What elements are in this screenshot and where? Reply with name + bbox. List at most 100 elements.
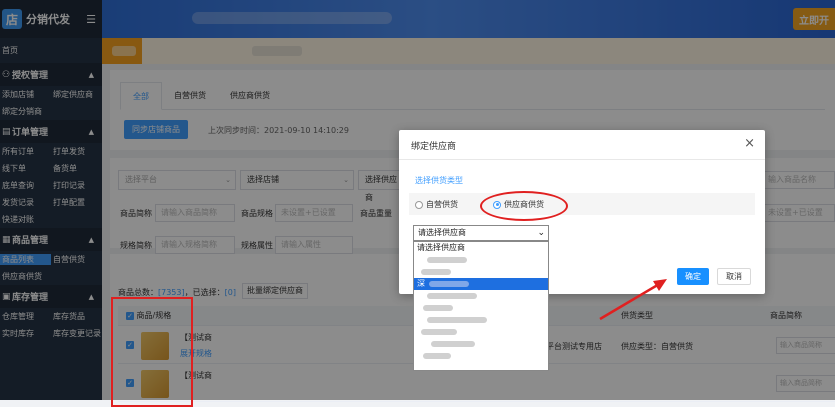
selected-value: [0] [224, 288, 236, 297]
blurred-text [427, 316, 487, 323]
nav-row: 商品列表 自营供货 [0, 251, 102, 268]
menu-toggle-icon[interactable]: ☰ [86, 13, 96, 26]
spec-short-label: 规格简称 [120, 241, 152, 250]
cta-button[interactable]: 立即开 [793, 8, 835, 30]
nav-row: 线下单 备货单 [0, 160, 102, 177]
radio-self-supply[interactable]: 自营供货 [415, 199, 458, 210]
spec-attr-input[interactable]: 请输入属性 [275, 236, 353, 254]
chevron-up-icon: ▲ [88, 292, 94, 301]
sidebar-item[interactable]: 发货记录 [0, 197, 51, 208]
sidebar-item[interactable]: 仓库管理 [0, 311, 51, 322]
blurred-text [423, 352, 451, 359]
dropdown-option-blurred[interactable] [414, 338, 548, 350]
blurred-text [427, 292, 477, 299]
selected-label: ，已选择： [184, 288, 225, 297]
blurred-text [427, 256, 467, 263]
sidebar-item[interactable]: 添加店铺 [0, 89, 51, 100]
supplier-select-label: 选择供应商 [365, 175, 397, 202]
nav-row: 所有订单 打单发货 [0, 143, 102, 160]
nav-group-order[interactable]: ▤ 订单管理 ▲ [0, 120, 102, 143]
annotation-red-ellipse [480, 191, 568, 221]
nav-group-title: 授权管理 [12, 71, 49, 81]
notice-blur [112, 46, 136, 56]
nav-home[interactable]: 首页 [0, 38, 102, 63]
logo: 店 分销代发 ☰ [0, 0, 102, 38]
short-name-row-input[interactable]: 输入商品简称 [776, 375, 835, 392]
count-label: 商品总数： [118, 288, 158, 297]
supply-type-radio-group: 自营供货 供应商供货 [409, 193, 755, 215]
supplier-dropdown-list: 请选择供应商 深 [413, 241, 549, 371]
logo-icon: 店 [2, 9, 22, 29]
sidebar-item[interactable]: 底单查询 [0, 180, 51, 191]
spec-short-input[interactable]: 请输入规格简称 [155, 236, 235, 254]
dropdown-option-blurred[interactable] [414, 254, 548, 266]
nav-row: 实时库存 库存变更记录 [0, 325, 102, 342]
dialog-header: 绑定供应商 × [399, 130, 765, 160]
shop-select[interactable]: 选择店铺 ⌄ [240, 170, 354, 190]
sidebar-item[interactable]: 商品列表 [0, 254, 51, 265]
sidebar-item[interactable]: 绑定分销商 [0, 106, 51, 117]
annotation-red-box [111, 297, 193, 407]
nav-row: 添加店铺 绑定供应商 [0, 86, 102, 103]
supplier-select[interactable]: 选择供应商 [358, 170, 400, 202]
sync-products-button[interactable]: 同步店铺商品 [124, 120, 188, 139]
nav-group-stock[interactable]: ▣ 库存管理 ▲ [0, 285, 102, 308]
top-banner: 立即开 [102, 0, 835, 38]
sidebar-item[interactable]: 打印记录 [51, 180, 102, 191]
radio-circle [415, 200, 423, 209]
dropdown-option-blurred[interactable] [414, 302, 548, 314]
supply-type: 供应类型：自营供货 [621, 342, 693, 351]
group-icon: ▣ [2, 291, 11, 302]
chevron-up-icon: ▲ [88, 235, 94, 244]
sidebar-item[interactable]: 所有订单 [0, 146, 51, 157]
nav-row: 供应商供货 [0, 268, 102, 285]
dropdown-option-blurred[interactable] [414, 314, 548, 326]
spec-select[interactable]: 未设置+已设置 [275, 204, 353, 222]
dropdown-option-blurred[interactable] [414, 266, 548, 278]
nav-row: 快递对账 [0, 211, 102, 228]
nav-row: 发货记录 打单配置 [0, 194, 102, 211]
short-name-input[interactable]: 请输入商品简称 [155, 204, 235, 222]
confirm-button[interactable]: 确定 [677, 268, 709, 285]
sidebar-item[interactable]: 打单发货 [51, 146, 102, 157]
nav-group-product[interactable]: ▦ 商品管理 ▲ [0, 228, 102, 251]
sidebar-item[interactable]: 自营供货 [51, 254, 102, 265]
tab-all[interactable]: 全部 [120, 82, 162, 110]
sidebar-item[interactable]: 打单配置 [51, 197, 102, 208]
sidebar-item[interactable]: 供应商供货 [0, 271, 51, 282]
nav-group-auth[interactable]: ⚇ 授权管理 ▲ [0, 63, 102, 86]
sidebar-item[interactable]: 库存货品 [51, 311, 102, 322]
sidebar-item[interactable]: 快递对账 [0, 214, 51, 225]
dropdown-option[interactable]: 请选择供应商 [414, 242, 548, 254]
blurred-text [421, 268, 451, 275]
sidebar-item[interactable]: 库存变更记录 [51, 328, 102, 339]
group-icon: ▦ [2, 234, 11, 245]
dropdown-option-highlighted[interactable]: 深 [414, 278, 548, 290]
group-icon: ⚇ [2, 69, 11, 80]
blurred-text [431, 340, 475, 347]
annotation-arrow-icon [599, 279, 667, 321]
tab-supplier-supply[interactable]: 供应商供货 [218, 82, 282, 110]
sidebar-item[interactable]: 实时库存 [0, 328, 51, 339]
blurred-text [421, 328, 457, 335]
tab-self-supply[interactable]: 自营供货 [162, 82, 218, 110]
dropdown-option-blurred[interactable] [414, 326, 548, 338]
chevron-down-icon: ⌄ [537, 228, 545, 238]
cancel-button[interactable]: 取消 [717, 268, 751, 285]
supplier-dropdown[interactable]: 请选择供应商 ⌄ [413, 225, 549, 241]
last-sync-time: 上次同步时间：2021-09-10 14:10:29 [208, 126, 349, 135]
bulk-bind-supplier-button[interactable]: 批量绑定供应商 [242, 283, 308, 299]
supply-type-label: 选择供货类型 [415, 176, 463, 185]
sidebar-item[interactable]: 备货单 [51, 163, 102, 174]
spec-setting-select[interactable]: 未设置+已设置 [762, 204, 835, 222]
dropdown-option-blurred[interactable] [414, 290, 548, 302]
sidebar: 店 分销代发 ☰ 首页 ⚇ 授权管理 ▲ 添加店铺 绑定供应商 绑定分销商 ▤ 订单管理 ▲ 所有… [0, 0, 102, 400]
sidebar-item[interactable]: 线下单 [0, 163, 51, 174]
product-name-input[interactable]: 输入商品名称 [762, 171, 835, 189]
sidebar-item[interactable]: 绑定供应商 [51, 89, 102, 100]
group-icon: ▤ [2, 126, 11, 137]
short-name-row-input[interactable]: 输入商品简称 [776, 337, 835, 354]
dropdown-option-blurred[interactable] [414, 350, 548, 362]
platform-select[interactable]: 选择平台 ⌄ [118, 170, 236, 190]
close-icon[interactable]: × [744, 136, 755, 151]
